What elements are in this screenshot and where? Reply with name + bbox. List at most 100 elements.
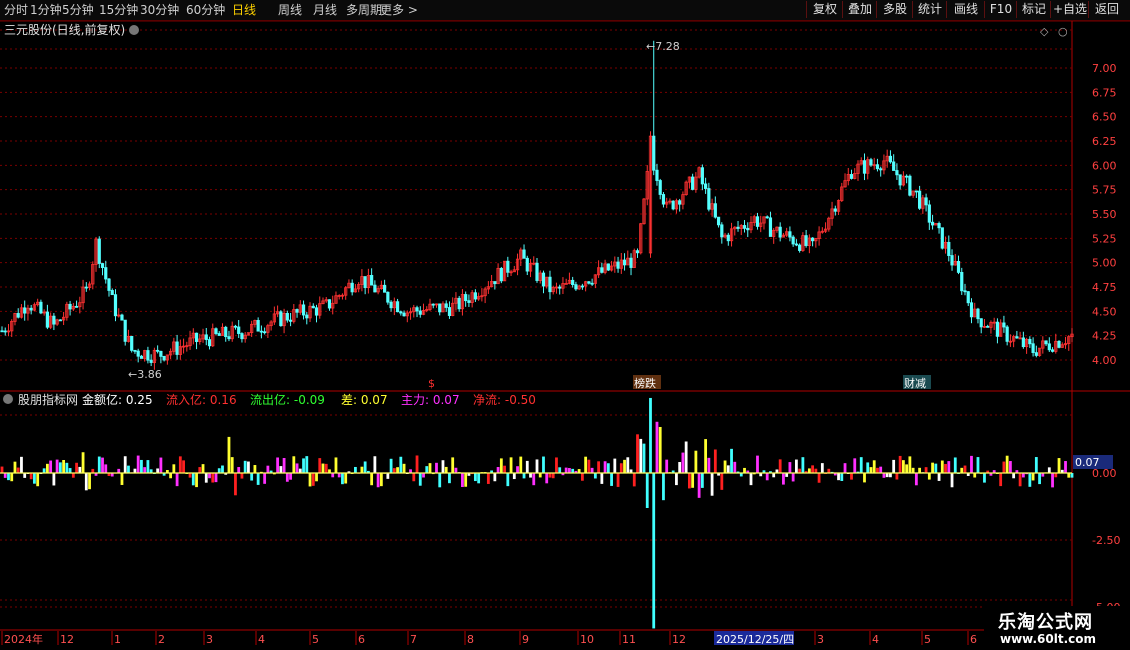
indicator-bar xyxy=(697,473,701,498)
indicator-bar xyxy=(178,456,182,473)
indicator-bar xyxy=(814,468,818,473)
candle-body xyxy=(979,318,983,328)
candle-body xyxy=(879,168,883,171)
indicator-bar xyxy=(412,473,416,482)
indicator-bar xyxy=(905,464,909,473)
price-tick-label: 5.00 xyxy=(1092,257,1117,270)
indicator-bar xyxy=(123,456,127,473)
indicator-bar xyxy=(726,465,730,473)
indicator-bar xyxy=(315,473,318,482)
indicator-bar xyxy=(889,473,892,478)
indicator-bar xyxy=(237,467,241,473)
indicator-field: 流入亿: 0.16 xyxy=(166,392,237,407)
indicator-bar xyxy=(542,456,545,473)
candle-body xyxy=(214,328,218,334)
indicator-bar xyxy=(665,459,669,473)
price-tick-label: 4.25 xyxy=(1092,330,1117,343)
indicator-field: 主力: 0.07 xyxy=(401,393,460,407)
indicator-bar xyxy=(772,473,776,478)
candle-body xyxy=(29,307,33,311)
candle-body xyxy=(671,200,675,210)
candle-body xyxy=(305,314,309,319)
indicator-bar xyxy=(373,456,377,473)
indicator-bar xyxy=(428,463,432,473)
indicator-bar xyxy=(285,473,289,482)
indicator-bar xyxy=(234,473,237,496)
time-label: 5 xyxy=(312,633,319,646)
indicator-bar xyxy=(593,473,597,479)
candle-body xyxy=(100,263,105,268)
indicator-bar xyxy=(1034,457,1038,473)
candle-body xyxy=(600,267,604,273)
indicator-bar xyxy=(1051,473,1054,488)
indicator-bar xyxy=(418,473,422,486)
candle-body xyxy=(107,278,111,291)
indicator-bar xyxy=(940,460,944,473)
candle-body xyxy=(0,330,4,333)
indicator-bar xyxy=(613,458,617,473)
indicator-bar xyxy=(662,473,665,501)
indicator-bar xyxy=(723,460,727,473)
indicator-bar xyxy=(198,467,202,473)
indicator-bar xyxy=(788,462,792,473)
candle-body xyxy=(986,325,990,328)
candle-body xyxy=(726,234,730,242)
candle-body xyxy=(97,238,101,264)
indicator-bar xyxy=(1047,467,1051,473)
chart-canvas[interactable]: 7.00 6.75 6.50 6.25 6.00 5.75 5.50 5.25 5.00 4.75… xyxy=(0,0,1130,650)
time-label: 12 xyxy=(672,633,686,646)
event-label: 榜跌 xyxy=(634,376,656,390)
time-label: 3 xyxy=(817,633,824,646)
candle-body xyxy=(383,284,387,293)
indicator-bar xyxy=(344,473,348,484)
time-label: 8 xyxy=(467,633,474,646)
indicator-bar xyxy=(415,455,419,473)
candle-body xyxy=(791,236,795,245)
indicator-bar xyxy=(354,466,357,473)
watermark-url: www.60lt.com xyxy=(1000,632,1097,646)
indicator-bar xyxy=(931,462,934,473)
indicator-bar xyxy=(610,473,613,486)
indicator-bar xyxy=(493,473,497,482)
candle-body xyxy=(918,190,922,209)
indicator-bar xyxy=(295,463,299,473)
indicator-bar xyxy=(782,473,785,485)
candle-body xyxy=(716,216,721,226)
candle-body xyxy=(84,286,88,289)
indicator-bar xyxy=(983,473,986,483)
candle-body xyxy=(905,175,909,178)
indicator-bar xyxy=(360,466,364,473)
indicator-bar xyxy=(587,459,591,473)
indicator-bar xyxy=(464,473,468,487)
candle-body xyxy=(995,321,1000,337)
high-price-label: ←7.28 xyxy=(646,40,680,53)
indicator-bar xyxy=(749,473,753,486)
candle-body xyxy=(113,294,118,317)
indicator-bar xyxy=(632,473,636,487)
indicator-bar xyxy=(204,473,208,483)
indicator-bar xyxy=(55,459,59,473)
indicator-bar xyxy=(1070,473,1074,478)
indicator-bar xyxy=(289,473,292,480)
candle-body xyxy=(768,217,773,237)
indicator-field: 差: 0.07 xyxy=(341,393,388,407)
candle-body xyxy=(256,320,260,332)
indicator-bar xyxy=(827,468,831,473)
time-label: 4 xyxy=(258,633,265,646)
candle-body xyxy=(52,315,56,325)
indicator-bar xyxy=(451,457,455,473)
candle-body xyxy=(1057,340,1061,348)
indicator-bar xyxy=(636,434,639,473)
indicator-bar xyxy=(1005,455,1009,473)
candle-body xyxy=(947,241,951,256)
indicator-bar xyxy=(473,473,477,482)
candle-body xyxy=(765,216,769,219)
candle-body xyxy=(389,301,393,309)
title-dropdown-icon xyxy=(129,25,139,35)
candle-body xyxy=(892,161,896,171)
indicator-bar xyxy=(863,473,866,483)
indicator-bar xyxy=(918,467,922,473)
indicator-bar xyxy=(0,466,4,473)
indicator-bar xyxy=(639,438,643,473)
indicator-bar xyxy=(704,439,708,473)
